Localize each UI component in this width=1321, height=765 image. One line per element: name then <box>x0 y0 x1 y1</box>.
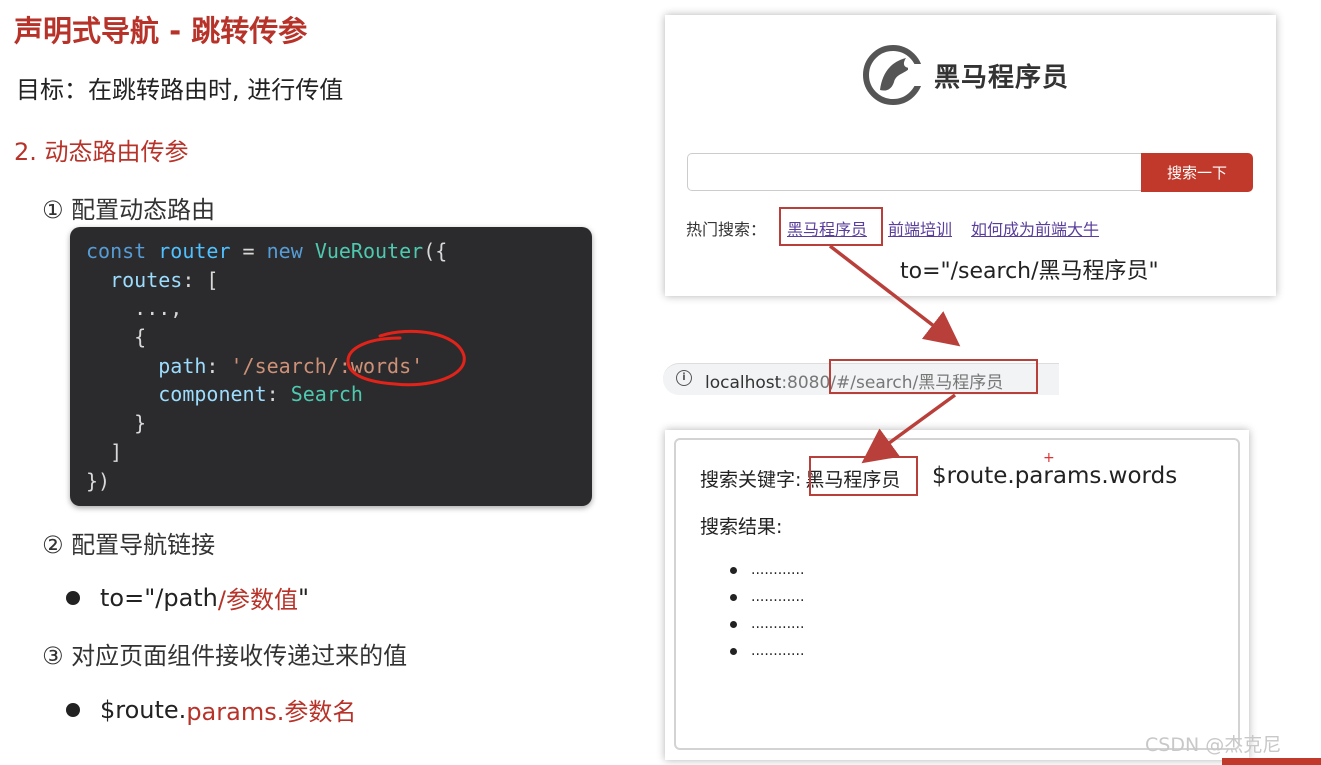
flow-arrows <box>828 244 961 464</box>
arrow-hot-to-url <box>828 244 961 347</box>
bottom-accent-bar <box>1222 758 1321 765</box>
watermark: CSDN @杰克尼 <box>1145 734 1282 756</box>
arrow-url-to-keyword <box>861 393 957 464</box>
